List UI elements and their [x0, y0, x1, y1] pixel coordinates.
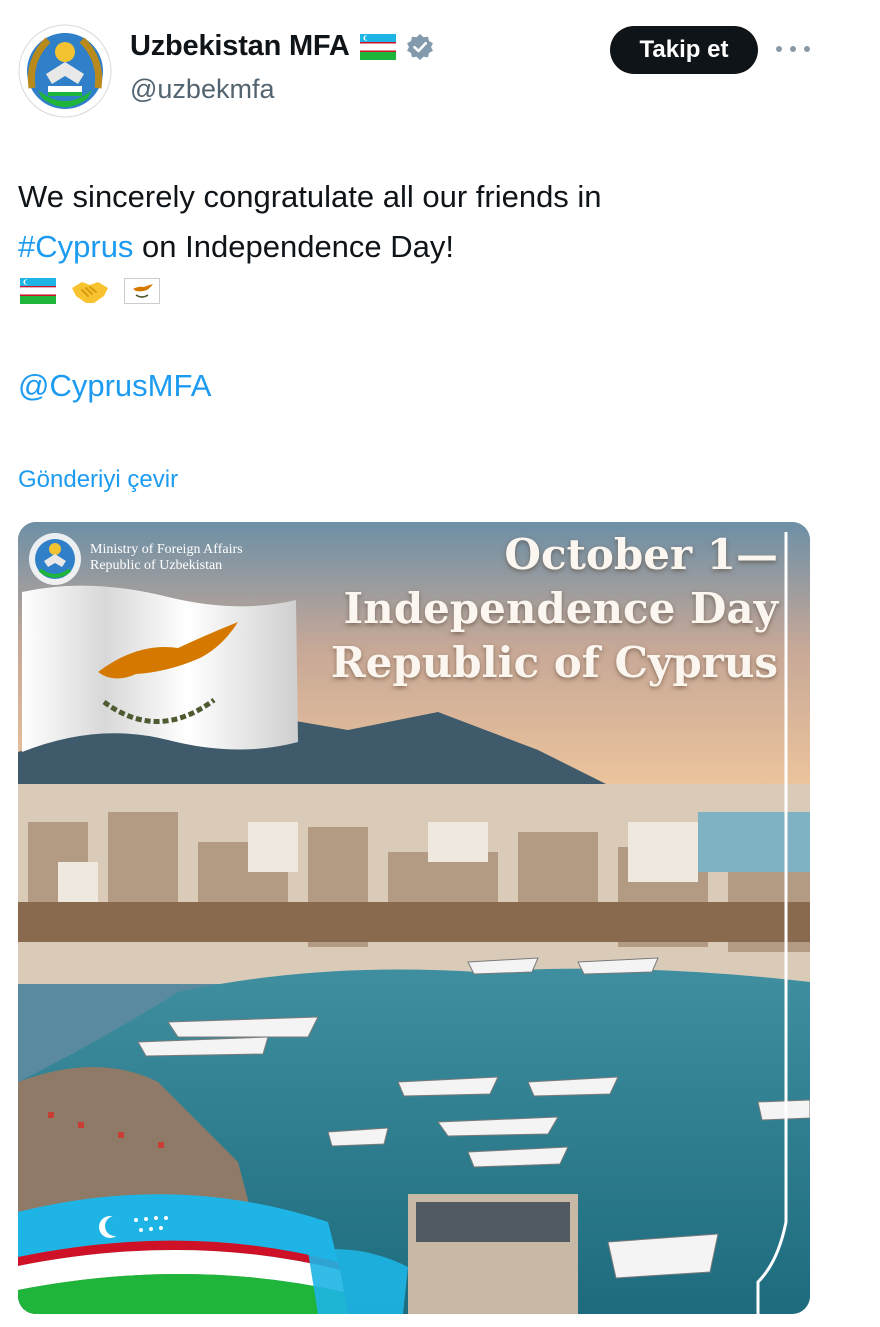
tweet-text-line-1: We sincerely congratulate all our friend…: [18, 179, 602, 214]
ministry-label-line-2: Republic of Uzbekistan: [90, 558, 223, 573]
headline-country: Republic of Cyprus: [330, 638, 778, 687]
more-options-icon[interactable]: [776, 38, 810, 60]
emoji-row: [20, 276, 160, 306]
display-name[interactable]: Uzbekistan MFA: [130, 30, 350, 63]
uzbekistan-flag-icon: [20, 278, 56, 304]
mention-link[interactable]: @CyprusMFA: [18, 368, 211, 404]
uzbekistan-flag-icon: [359, 33, 396, 60]
hashtag-link[interactable]: #Cyprus: [18, 229, 133, 264]
verified-badge-icon: [406, 33, 433, 60]
ministry-label-line-1: Ministry of Foreign Affairs: [90, 542, 243, 557]
handshake-icon: [72, 282, 108, 303]
translate-post-link[interactable]: Gönderiyi çevir: [18, 466, 178, 494]
uzbekistan-emblem-icon: [29, 533, 81, 585]
headline-title: Independence Day: [343, 584, 778, 633]
account-handle[interactable]: @uzbekmfa: [130, 74, 274, 105]
cyprus-flag-icon: [124, 278, 160, 304]
account-name-row: Uzbekistan MFA: [130, 30, 434, 63]
follow-button[interactable]: Takip et: [610, 26, 758, 74]
more-dot: [776, 46, 782, 52]
ministry-label: Ministry of Foreign Affairs Republic of …: [90, 542, 243, 574]
media-headline: October 1— Independence Day Republic of …: [331, 528, 778, 690]
tweet-media-image[interactable]: Ministry of Foreign Affairs Republic of …: [18, 522, 810, 1314]
more-dot: [804, 46, 810, 52]
tweet-text: We sincerely congratulate all our friend…: [18, 172, 838, 272]
account-avatar-emblem-icon[interactable]: [18, 24, 112, 118]
more-dot: [790, 46, 796, 52]
tweet-text-line-2: #Cyprus on Independence Day!: [18, 222, 838, 272]
headline-date: October 1—: [504, 530, 778, 579]
tweet-text-line-2-rest: on Independence Day!: [133, 229, 455, 264]
